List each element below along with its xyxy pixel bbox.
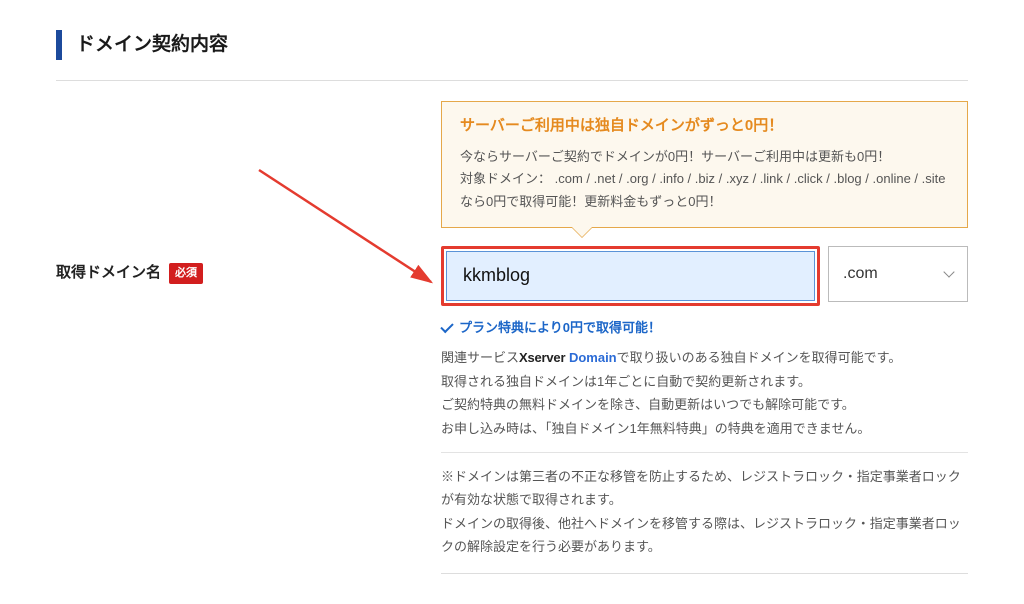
desc1-line3: ご契約特典の無料ドメインを除き、自動更新はいつでも解除可能です。	[441, 397, 855, 412]
tld-select-wrap: .com	[828, 246, 968, 306]
section-title: ドメイン契約内容	[56, 30, 968, 60]
required-badge: 必須	[169, 263, 203, 285]
domain-input-highlight	[441, 246, 820, 306]
desc2-line1: ※ドメインは第三者の不正な移管を防止するため、レジストラロック・指定事業者ロック…	[441, 469, 961, 507]
domain-name-input[interactable]	[446, 251, 815, 301]
domain-form-row: 取得ドメイン名 必須 サーバーご利用中は独自ドメインがずっと0円！ 今ならサーバ…	[56, 93, 968, 573]
content-column: サーバーご利用中は独自ドメインがずっと0円！ 今ならサーバーご契約でドメインが0…	[441, 101, 968, 573]
chevron-down-icon	[943, 266, 954, 277]
promo-body: 今ならサーバーご契約でドメインが0円！サーバーご利用中は更新も0円！ 対象ドメイ…	[460, 146, 949, 212]
promo-line1: 今ならサーバーご契約でドメインが0円！サーバーご利用中は更新も0円！	[460, 149, 890, 164]
tld-select[interactable]: .com	[828, 246, 968, 302]
divider	[56, 80, 968, 81]
desc1-suffix: で取り扱いのある独自ドメインを取得可能です。	[617, 350, 902, 365]
field-label: 取得ドメイン名	[56, 261, 161, 285]
annotation-arrow-icon	[251, 166, 451, 316]
bottom-divider	[441, 573, 968, 574]
xserver-domain-text: Domain	[569, 350, 617, 365]
tld-selected-label: .com	[843, 261, 878, 287]
availability-text: プラン特典により0円で取得可能！	[459, 318, 661, 339]
description-separator	[441, 452, 968, 453]
promo-callout: サーバーご利用中は独自ドメインがずっと0円！ 今ならサーバーご契約でドメインが0…	[441, 101, 968, 227]
desc2-line2: ドメインの取得後、他社へドメインを移管する際は、レジストラロック・指定事業者ロッ…	[441, 516, 961, 554]
desc1-line4: お申し込み時は、「独自ドメイン1年無料特典」の特典を適用できません。	[441, 421, 870, 436]
description-block-1: 関連サービスXserver Domainで取り扱いのある独自ドメインを取得可能で…	[441, 346, 968, 440]
desc1-prefix: 関連サービス	[441, 350, 519, 365]
label-column: 取得ドメイン名 必須	[56, 101, 441, 285]
desc1-line2: 取得される独自ドメインは1年ごとに自動で契約更新されます。	[441, 374, 811, 389]
domain-input-row: .com	[441, 246, 968, 306]
check-icon	[440, 320, 453, 333]
description-block-2: ※ドメインは第三者の不正な移管を防止するため、レジストラロック・指定事業者ロック…	[441, 465, 968, 559]
promo-line2: 対象ドメイン： .com / .net / .org / .info / .bi…	[460, 171, 945, 208]
xserver-brand-text: Xserver	[519, 350, 565, 365]
availability-message: プラン特典により0円で取得可能！	[441, 318, 968, 339]
promo-title: サーバーご利用中は独自ドメインがずっと0円！	[460, 114, 949, 138]
